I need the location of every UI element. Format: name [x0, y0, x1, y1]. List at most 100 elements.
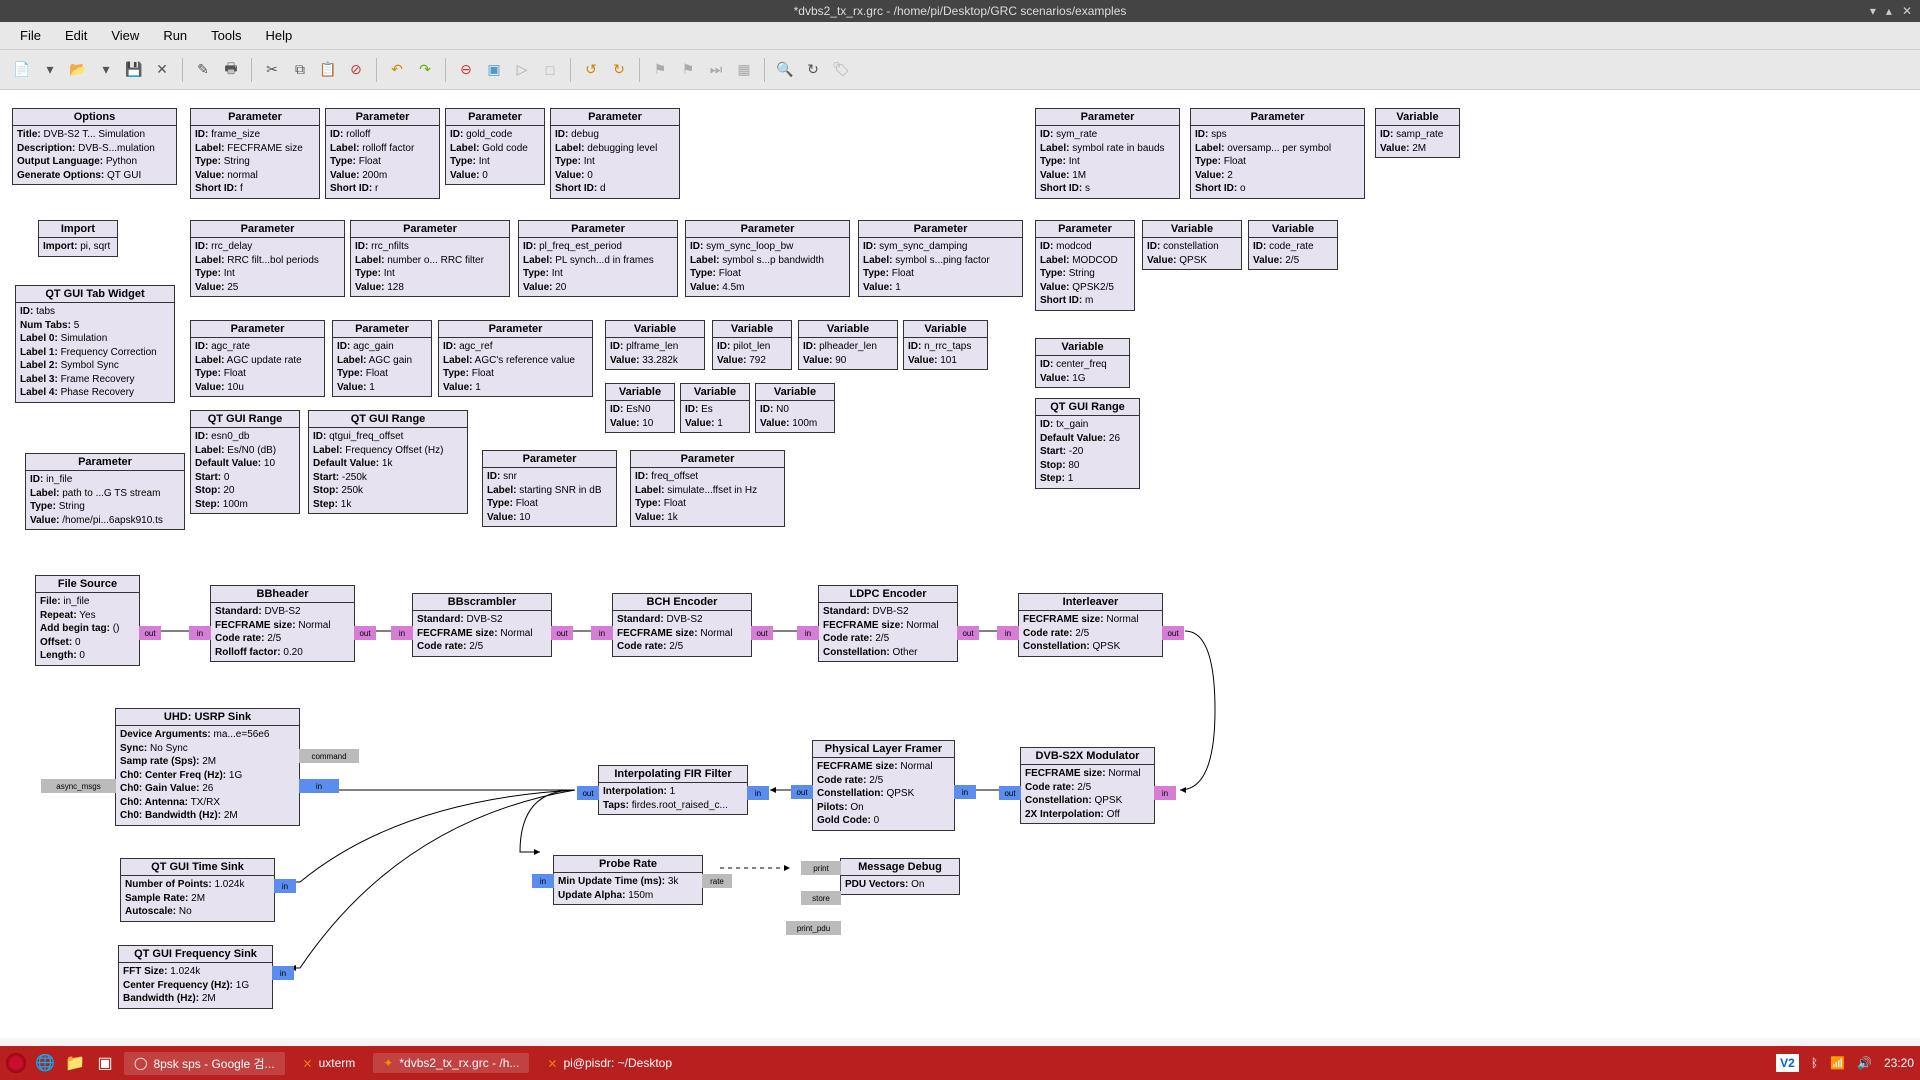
close-icon[interactable]: ✕: [150, 58, 174, 82]
flowgraph-canvas[interactable]: Options Title: DVB-S2 T... SimulationDes…: [0, 90, 1920, 1038]
block-qt-freq[interactable]: QT GUI Range ID: qtgui_freq_offsetLabel:…: [308, 410, 468, 514]
edit-icon[interactable]: ✎: [191, 58, 215, 82]
block-var-const[interactable]: Variable ID: constellationValue: QPSK: [1142, 220, 1242, 270]
block-param-goldcode[interactable]: Parameter ID: gold_codeLabel: Gold codeT…: [445, 108, 545, 185]
block-param-sps[interactable]: Parameter ID: spsLabel: oversamp... per …: [1190, 108, 1365, 199]
block-usrp-sink[interactable]: UHD: USRP Sink Device Arguments: ma...e=…: [115, 708, 300, 826]
port-in[interactable]: in: [997, 626, 1019, 640]
save-icon[interactable]: 💾: [122, 58, 146, 82]
open-icon[interactable]: 📂: [66, 58, 90, 82]
taskbar-app-uxterm[interactable]: ⨯uxterm: [293, 1053, 366, 1073]
chip-icon[interactable]: ▣: [482, 58, 506, 82]
block-param-symrate[interactable]: Parameter ID: sym_rateLabel: symbol rate…: [1035, 108, 1180, 199]
close-icon[interactable]: ✕: [1902, 4, 1912, 18]
port-out[interactable]: out: [139, 626, 161, 640]
port-in[interactable]: in: [591, 626, 613, 640]
block-param-agcgain[interactable]: Parameter ID: agc_gainLabel: AGC gainTyp…: [332, 320, 432, 397]
block-probe-rate[interactable]: Probe Rate Min Update Time (ms): 3kUpdat…: [553, 855, 703, 905]
block-qt-tab[interactable]: QT GUI Tab Widget ID: tabsNum Tabs: 5Lab…: [15, 285, 175, 403]
play-icon[interactable]: ▷: [510, 58, 534, 82]
block-param-symdamp[interactable]: Parameter ID: sym_sync_dampingLabel: sym…: [858, 220, 1023, 297]
block-var-center[interactable]: Variable ID: center_freqValue: 1G: [1035, 338, 1130, 388]
block-interleaver[interactable]: Interleaver FECFRAME size: NormalCode ra…: [1018, 593, 1163, 657]
port-in[interactable]: in: [391, 626, 413, 640]
block-var-samprate[interactable]: Variable ID: samp_rateValue: 2M: [1375, 108, 1460, 158]
rotate-right-icon[interactable]: ↻: [607, 58, 631, 82]
port-in[interactable]: in: [189, 626, 211, 640]
block-param-snr[interactable]: Parameter ID: snrLabel: starting SNR in …: [482, 450, 617, 527]
menu-help[interactable]: Help: [256, 24, 303, 47]
block-qt-txgain[interactable]: QT GUI Range ID: tx_gainDefault Value: 2…: [1035, 398, 1140, 489]
kill-icon[interactable]: □: [538, 58, 562, 82]
block-var-nrrc[interactable]: Variable ID: n_rrc_tapsValue: 101: [903, 320, 988, 370]
port-store[interactable]: store: [801, 891, 841, 905]
block-ldpc[interactable]: LDPC Encoder Standard: DVB-S2FECFRAME si…: [818, 585, 958, 662]
port-out[interactable]: out: [751, 626, 773, 640]
globe-icon[interactable]: 🌐: [34, 1054, 56, 1072]
port-out[interactable]: out: [354, 626, 376, 640]
port-rate[interactable]: rate: [702, 874, 732, 888]
delete-icon[interactable]: ⊘: [344, 58, 368, 82]
wifi-icon[interactable]: 📶: [1830, 1056, 1845, 1070]
menu-view[interactable]: View: [101, 24, 149, 47]
block-bbheader[interactable]: BBheader Standard: DVB-S2FECFRAME size: …: [210, 585, 355, 662]
port-in[interactable]: in: [299, 779, 339, 793]
maximize-icon[interactable]: ▴: [1886, 4, 1892, 18]
block-param-nfilts[interactable]: Parameter ID: rrc_nfiltsLabel: number o.…: [350, 220, 510, 297]
block-var-n0[interactable]: Variable ID: N0Value: 100m: [755, 383, 835, 433]
menu-tools[interactable]: Tools: [201, 24, 251, 47]
minimize-icon[interactable]: ▾: [1870, 4, 1876, 18]
new-icon[interactable]: 📄: [10, 58, 34, 82]
cut-icon[interactable]: ✂: [260, 58, 284, 82]
port-in[interactable]: in: [274, 879, 296, 893]
block-var-esn0[interactable]: Variable ID: EsN0Value: 10: [605, 383, 675, 433]
block-qt-esn0[interactable]: QT GUI Range ID: esn0_dbLabel: Es/N0 (dB…: [190, 410, 300, 514]
menu-file[interactable]: File: [10, 24, 51, 47]
port-out[interactable]: out: [577, 786, 599, 800]
dropdown-icon[interactable]: ▾: [94, 58, 118, 82]
port-in[interactable]: in: [747, 786, 769, 800]
port-out[interactable]: out: [999, 786, 1021, 800]
block-var-plframe[interactable]: Variable ID: plframe_lenValue: 33.282k: [605, 320, 705, 370]
block-param-infile[interactable]: Parameter ID: in_fileLabel: path to ...G…: [25, 453, 185, 530]
block-icon[interactable]: ▦: [732, 58, 756, 82]
reload-icon[interactable]: ↻: [801, 58, 825, 82]
port-pdu[interactable]: print_pdu: [786, 921, 841, 935]
undo-icon[interactable]: ↶: [385, 58, 409, 82]
port-in[interactable]: in: [954, 785, 976, 799]
rotate-left-icon[interactable]: ↺: [579, 58, 603, 82]
menu-edit[interactable]: Edit: [55, 24, 97, 47]
stop-icon[interactable]: ⊖: [454, 58, 478, 82]
taskbar-app-chrome[interactable]: ◯8psk sps - Google 검...: [124, 1052, 285, 1075]
skip-icon[interactable]: ⏭: [704, 58, 728, 82]
port-out[interactable]: out: [791, 785, 813, 799]
taskbar-app-term[interactable]: ⨯pi@pisdr: ~/Desktop: [537, 1053, 682, 1073]
block-param-debug[interactable]: Parameter ID: debugLabel: debugging leve…: [550, 108, 680, 199]
block-param-agcref[interactable]: Parameter ID: agc_refLabel: AGC's refere…: [438, 320, 593, 397]
redo-icon[interactable]: ↷: [413, 58, 437, 82]
port-async[interactable]: async_msgs: [41, 779, 116, 793]
taskbar-app-grc[interactable]: ✦*dvbs2_tx_rx.grc - /h...: [373, 1053, 529, 1073]
block-filesource[interactable]: File Source File: in_fileRepeat: YesAdd …: [35, 575, 140, 666]
block-param-rrc[interactable]: Parameter ID: rrc_delayLabel: RRC filt..…: [190, 220, 345, 297]
copy-icon[interactable]: ⧉: [288, 58, 312, 82]
print-icon[interactable]: 🖶: [219, 58, 243, 82]
port-in[interactable]: in: [532, 874, 554, 888]
block-fir[interactable]: Interpolating FIR Filter Interpolation: …: [598, 765, 748, 815]
bluetooth-icon[interactable]: ᛒ: [1811, 1056, 1818, 1070]
block-modulator[interactable]: DVB-S2X Modulator FECFRAME size: NormalC…: [1020, 747, 1155, 824]
block-bch[interactable]: BCH Encoder Standard: DVB-S2FECFRAME siz…: [612, 593, 752, 657]
raspberry-icon[interactable]: [6, 1053, 26, 1073]
port-in[interactable]: in: [272, 966, 294, 980]
block-param-symsync[interactable]: Parameter ID: sym_sync_loop_bwLabel: sym…: [685, 220, 850, 297]
block-param-plfreq[interactable]: Parameter ID: pl_freq_est_periodLabel: P…: [518, 220, 678, 297]
block-var-coderate[interactable]: Variable ID: code_rateValue: 2/5: [1248, 220, 1338, 270]
port-print[interactable]: print: [801, 861, 841, 875]
port-out[interactable]: out: [551, 626, 573, 640]
block-bbscrambler[interactable]: BBscrambler Standard: DVB-S2FECFRAME siz…: [412, 593, 552, 657]
block-var-es[interactable]: Variable ID: EsValue: 1: [680, 383, 750, 433]
port-in[interactable]: in: [797, 626, 819, 640]
block-param-freqoff[interactable]: Parameter ID: freq_offsetLabel: simulate…: [630, 450, 785, 527]
terminal-icon[interactable]: ▣: [94, 1054, 116, 1072]
port-in[interactable]: in: [1154, 786, 1176, 800]
